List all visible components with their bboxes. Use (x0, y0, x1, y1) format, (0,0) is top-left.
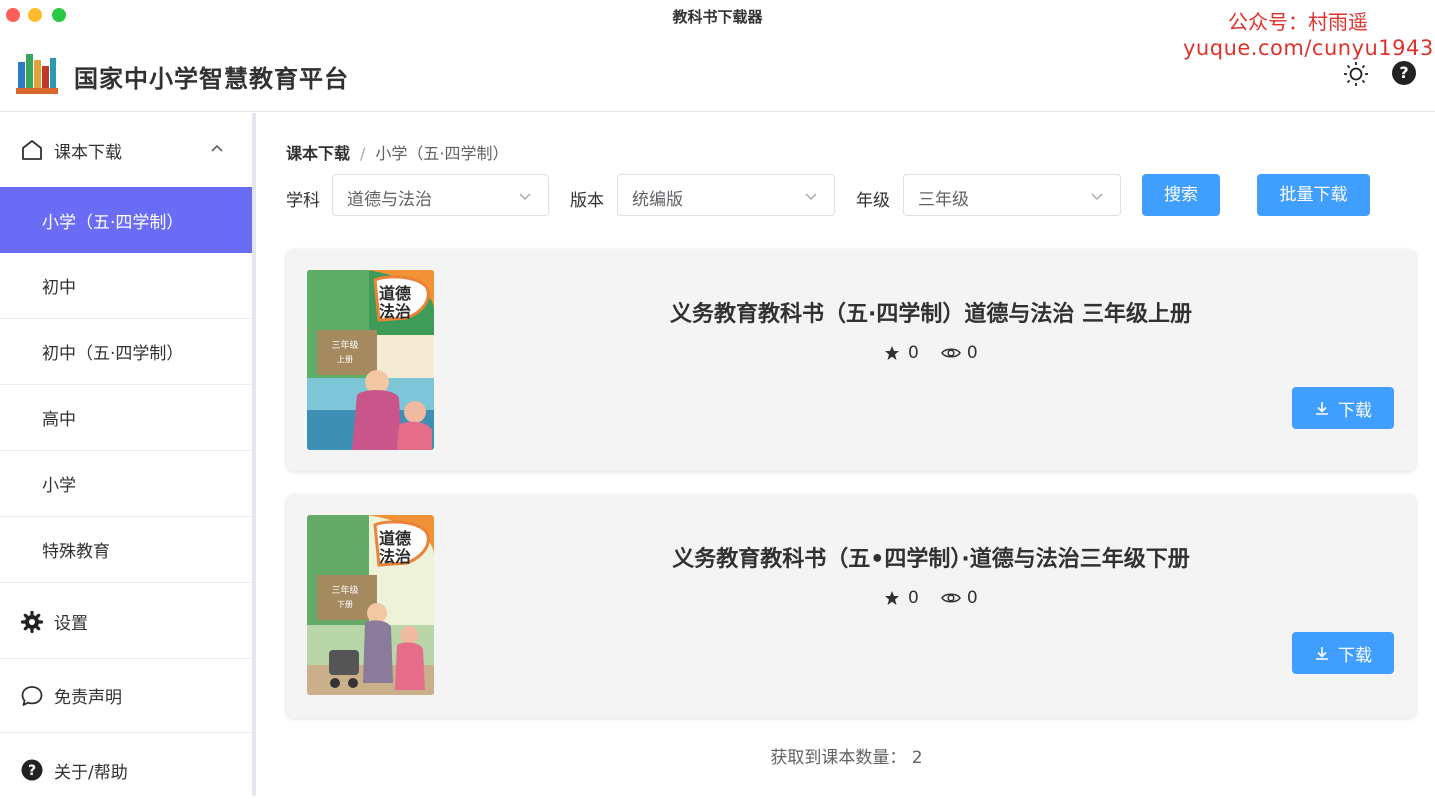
window-titlebar: 教科书下载器 (0, 0, 1435, 30)
sidebar-item-primary[interactable]: 小学 (0, 451, 252, 517)
sidebar-item-primary-54[interactable]: 小学（五·四学制） (0, 187, 252, 253)
menu-settings[interactable]: 设置 (0, 585, 252, 659)
book-cover-image[interactable]: 道德 法治 三年级 上册 (307, 270, 434, 450)
menu-label: 课本下载 (54, 142, 122, 163)
download-label: 下载 (1338, 645, 1372, 666)
menu-label: 设置 (54, 614, 88, 634)
edition-select[interactable]: 统编版 (617, 174, 835, 216)
eye-icon (940, 593, 961, 603)
gear-icon (20, 610, 44, 633)
sidebar-item-label: 小学 (42, 476, 76, 496)
sidebar-item-label: 小学（五·四学制） (42, 212, 184, 233)
sidebar: 课本下载 小学（五·四学制） 初中 初中（五·四学制） 高中 小学 特殊教育 设… (0, 113, 256, 796)
sidebar-item-label: 初中 (42, 278, 76, 298)
cover-term: 上册 (337, 355, 353, 364)
star-count: 0 (908, 588, 919, 608)
chevron-down-icon (1091, 193, 1103, 201)
chevron-down-icon (805, 193, 817, 201)
textbook-count: 获取到课本数量： 2 (770, 748, 923, 768)
book-title: 义务教育教科书（五·四学制）道德与法治 三年级上册 (669, 302, 1193, 327)
subject-label: 学科 (286, 191, 320, 211)
star-count: 0 (908, 343, 919, 363)
search-button[interactable]: 搜索 (1142, 174, 1220, 216)
chevron-up-icon (211, 144, 223, 152)
sidebar-item-label: 初中（五·四学制） (42, 344, 184, 364)
sidebar-item-label: 特殊教育 (42, 542, 110, 562)
star-icon (885, 346, 899, 360)
cover-title-line1: 道德 (379, 284, 411, 303)
sidebar-item-label: 高中 (42, 410, 76, 430)
book-card: 道德 法治 三年级 下册 义务教育教科书（五•四学制）·道德与法治三年级下册 0… (286, 494, 1416, 718)
edition-value: 统编版 (632, 190, 683, 210)
help-question-icon[interactable]: ? (1392, 61, 1416, 85)
eye-icon (940, 348, 961, 358)
download-icon (1316, 647, 1328, 660)
chat-bubble-icon (21, 685, 43, 706)
grade-label: 年级 (856, 191, 890, 211)
download-icon (1316, 402, 1328, 415)
menu-disclaimer[interactable]: 免责声明 (0, 659, 252, 733)
subject-value: 道德与法治 (347, 190, 432, 210)
breadcrumb: 课本下载 / 小学（五·四学制） (286, 140, 509, 164)
subject-select[interactable]: 道德与法治 (332, 174, 549, 216)
cover-grade: 三年级 (331, 339, 358, 351)
view-count: 0 (966, 343, 978, 363)
download-button[interactable]: 下载 (1292, 387, 1394, 429)
view-count: 0 (966, 588, 978, 608)
book-stats: 0 0 (884, 343, 978, 363)
cover-title-line2: 法治 (379, 302, 411, 321)
question-icon: ? (21, 759, 43, 781)
watermark-wechat: 公众号：村雨遥 (1228, 10, 1368, 34)
breadcrumb-separator: / (360, 144, 366, 163)
cover-title-line1: 道德 (379, 529, 411, 548)
window-title: 教科书下载器 (672, 8, 763, 26)
breadcrumb-root[interactable]: 课本下载 (286, 144, 350, 163)
books-logo-icon (16, 54, 58, 94)
book-cover-image[interactable]: 道德 法治 三年级 下册 (307, 515, 434, 695)
edition-label: 版本 (570, 191, 604, 211)
home-icon (22, 140, 42, 160)
menu-textbook-download[interactable]: 课本下载 (0, 113, 252, 187)
chevron-down-icon (519, 193, 531, 201)
sidebar-item-junior-54[interactable]: 初中（五·四学制） (0, 319, 252, 385)
menu-label: 免责声明 (54, 688, 122, 708)
book-title: 义务教育教科书（五•四学制）·道德与法治三年级下册 (672, 547, 1190, 572)
breadcrumb-current: 小学（五·四学制） (375, 144, 509, 163)
grade-value: 三年级 (918, 190, 969, 210)
sidebar-item-senior[interactable]: 高中 (0, 385, 252, 451)
app-name: 国家中小学智慧教育平台 (74, 65, 349, 93)
main-content: 课本下载 / 小学（五·四学制） 学科 道德与法治 版本 统编版 年级 三年级 搜索… (258, 113, 1435, 796)
download-label: 下载 (1338, 400, 1372, 421)
book-card: 道德 法治 三年级 上册 义务教育教科书（五·四学制）道德与法治 三年级上册 0… (286, 249, 1416, 471)
menu-label: 关于/帮助 (54, 762, 128, 783)
svg-text:?: ? (28, 763, 36, 779)
star-icon (885, 591, 899, 605)
sidebar-item-special-education[interactable]: 特殊教育 (0, 517, 252, 583)
cover-term: 下册 (337, 600, 353, 609)
watermark-url: yuque.com/cunyu1943 (1183, 36, 1434, 60)
batch-download-button[interactable]: 批量下载 (1257, 174, 1370, 216)
theme-toggle-sun-icon[interactable] (1343, 61, 1369, 87)
grade-select[interactable]: 三年级 (903, 174, 1121, 216)
cover-title-line2: 法治 (379, 547, 411, 566)
cover-grade: 三年级 (331, 584, 358, 596)
download-button[interactable]: 下载 (1292, 632, 1394, 674)
sidebar-item-junior[interactable]: 初中 (0, 253, 252, 319)
book-stats: 0 0 (884, 588, 978, 608)
